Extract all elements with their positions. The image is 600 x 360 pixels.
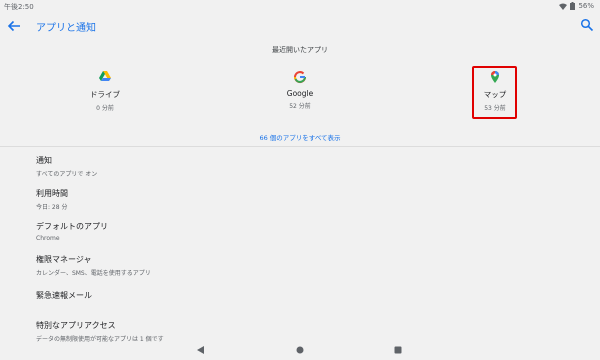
setting-title: 通知 [36,156,52,165]
app-last-used: 0 分前 [96,105,114,112]
nav-recents-button[interactable] [393,345,403,355]
recent-app-drive[interactable]: ドライブ 0 分前 [55,70,155,112]
setting-title: デフォルトのアプリ [36,222,108,231]
status-right: 56% [559,2,594,10]
setting-notifications[interactable]: 通知 すべてのアプリで オン [36,150,576,183]
search-button[interactable] [580,18,594,32]
battery-level: 56% [578,2,594,10]
back-button[interactable] [6,18,22,34]
maps-highlight-box [472,66,517,119]
square-recents-icon [394,346,402,354]
settings-list: 通知 すべてのアプリで オン 利用時間 今日: 28 分 デフォルトのアプリ C… [36,150,576,348]
recent-apps-header: 最近開いたアプリ [272,46,328,54]
google-g-icon [294,71,307,84]
status-bar: 午後2:50 56% [0,0,600,12]
setting-subtitle: すべてのアプリで オン [36,171,98,178]
divider [0,146,600,147]
setting-title: 利用時間 [36,189,68,198]
navigation-bar [0,340,600,360]
setting-title: 緊急速報メール [36,291,92,300]
setting-title: 特別なアプリアクセス [36,321,116,330]
app-name: ドライブ [90,90,120,99]
search-icon [580,18,594,32]
setting-subtitle: カレンダー、SMS、電話を使用するアプリ [36,270,151,277]
setting-default-apps[interactable]: デフォルトのアプリ Chrome [36,216,576,249]
setting-subtitle: 今日: 28 分 [36,204,68,211]
nav-back-button[interactable] [196,345,206,355]
status-time: 午後2:50 [4,3,34,11]
recent-app-google[interactable]: Google 52 分前 [250,70,350,110]
wifi-icon [559,3,568,10]
nav-home-button[interactable] [295,345,305,355]
google-drive-icon [99,71,111,81]
setting-subtitle: Chrome [36,235,60,242]
triangle-back-icon [197,346,204,354]
app-last-used: 52 分前 [289,103,311,110]
battery-icon [570,2,576,10]
arrow-left-icon [7,20,20,32]
app-bar: アプリと通知 [0,12,600,40]
app-name: Google [286,89,314,98]
page-title: アプリと通知 [36,23,96,34]
setting-permission-manager[interactable]: 権限マネージャ カレンダー、SMS、電話を使用するアプリ [36,249,576,282]
circle-home-icon [296,346,304,354]
setting-title: 権限マネージャ [36,255,92,264]
see-all-apps-link[interactable]: 66 個のアプリをすべて表示 [0,132,600,142]
setting-screen-time[interactable]: 利用時間 今日: 28 分 [36,183,576,216]
setting-emergency-alerts[interactable]: 緊急速報メール [36,282,576,315]
